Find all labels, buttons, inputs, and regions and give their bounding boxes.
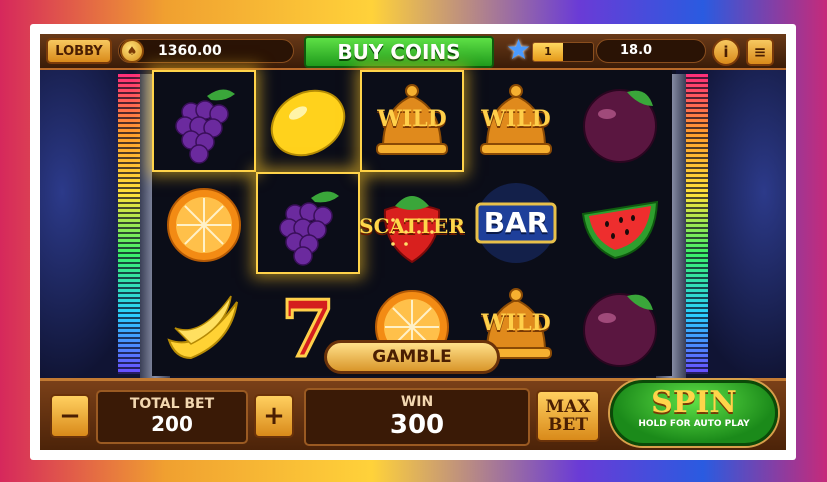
reel-cell	[256, 172, 360, 274]
spin-button[interactable]: SPIN HOLD FOR AUTO PLAY	[610, 380, 778, 446]
wild-bell-symbol: WILD	[473, 78, 559, 164]
menu-icon[interactable]: ≡	[746, 38, 774, 66]
star-icon: ★	[506, 34, 532, 66]
balance-value: 1360.00	[158, 43, 222, 59]
wild-bell-label: WILD	[481, 310, 551, 336]
reel-cell	[568, 172, 672, 274]
lemon-symbol	[265, 78, 351, 164]
spin-label: SPIN	[651, 385, 737, 420]
increase-bet-button[interactable]: +	[254, 394, 294, 438]
slot-game-screen: LOBBY ♠ 1360.00 BUY COINS ★ 1 18.0 i ≡ W…	[40, 34, 786, 450]
reel-cell	[152, 274, 256, 376]
reel-cell: WILD	[464, 70, 568, 172]
wild-bell-label: WILD	[481, 106, 551, 132]
reel-cell: SCATTER	[359, 172, 465, 274]
win-label: WIN	[400, 394, 434, 410]
right-light-strip	[686, 74, 708, 374]
strawberry-scatter-symbol: SCATTER	[359, 180, 465, 266]
reel-cell	[256, 70, 360, 172]
top-bar: LOBBY ♠ 1360.00 BUY COINS ★ 1 18.0 i ≡	[40, 34, 786, 70]
reel-cell	[152, 70, 256, 172]
level-progress-bar: 1	[532, 42, 594, 62]
grapes-symbol	[265, 180, 351, 266]
reel-grid: WILD WILD SCATTER BAR 7 WILD	[152, 70, 672, 377]
watermelon-symbol	[577, 180, 663, 266]
total-bet-label: TOTAL BET	[129, 396, 215, 412]
reel-cell: BAR	[464, 172, 568, 274]
xp-value: 18.0	[620, 43, 653, 58]
left-light-strip	[118, 74, 140, 374]
level-number: 1	[544, 45, 552, 58]
total-bet-box: TOTAL BET 200	[96, 390, 248, 444]
grapes-symbol	[161, 78, 247, 164]
bar-symbol: BAR	[473, 180, 559, 266]
reel-cell	[568, 70, 672, 172]
wild-bell-label: WILD	[377, 106, 447, 132]
wild-bell-symbol: WILD	[369, 78, 455, 164]
reel-cell	[152, 172, 256, 274]
lobby-button[interactable]: LOBBY	[46, 38, 112, 64]
spin-subtitle: HOLD FOR AUTO PLAY	[638, 419, 750, 429]
gamble-button[interactable]: GAMBLE	[324, 340, 500, 374]
plum-symbol	[577, 78, 663, 164]
plum-symbol	[577, 282, 663, 368]
max-bet-label-top: MAX	[545, 397, 591, 417]
decrease-bet-button[interactable]: −	[50, 394, 90, 438]
bar-label: BAR	[483, 206, 549, 239]
orange-symbol	[161, 180, 247, 266]
buy-coins-button[interactable]: BUY COINS	[304, 36, 494, 68]
banana-symbol	[161, 282, 247, 368]
max-bet-button[interactable]: MAX BET	[536, 390, 600, 442]
reel-cell	[568, 274, 672, 376]
coin-icon: ♠	[120, 39, 144, 63]
win-box: WIN 300	[304, 388, 530, 446]
max-bet-label-bottom: BET	[548, 415, 588, 435]
total-bet-value: 200	[151, 412, 193, 436]
reel-cell: WILD	[360, 70, 464, 172]
info-icon[interactable]: i	[712, 38, 740, 66]
win-value: 300	[389, 410, 445, 440]
strawberry-scatter-label: SCATTER	[359, 214, 465, 238]
